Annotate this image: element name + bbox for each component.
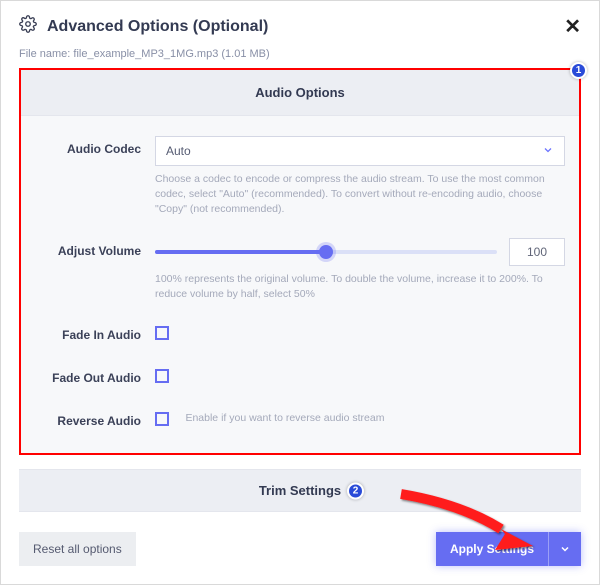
apply-settings-button[interactable]: Apply Settings: [436, 532, 548, 566]
audio-options-body: Audio Codec Auto Choose a codec to encod…: [21, 116, 579, 453]
row-audio-codec: Audio Codec Auto Choose a codec to encod…: [35, 126, 565, 228]
row-fade-in: Fade In Audio: [35, 312, 565, 355]
audio-codec-helper: Choose a codec to encode or compress the…: [155, 172, 565, 218]
fade-in-checkbox[interactable]: [155, 326, 169, 340]
advanced-options-dialog: Advanced Options (Optional) ✕ File name:…: [0, 0, 600, 585]
fade-out-checkbox[interactable]: [155, 369, 169, 383]
apply-settings-dropdown[interactable]: [548, 532, 581, 566]
footer-row: Reset all options Apply Settings: [19, 532, 581, 566]
trim-settings-header: Trim Settings 2: [19, 469, 581, 512]
file-name-value: file_example_MP3_1MG.mp3 (1.01 MB): [73, 48, 269, 60]
row-reverse-audio: Reverse Audio Enable if you want to reve…: [35, 398, 565, 441]
file-name-label: File name:: [19, 48, 73, 60]
adjust-volume-label: Adjust Volume: [35, 238, 155, 258]
volume-slider[interactable]: [155, 250, 497, 254]
reverse-audio-label: Reverse Audio: [35, 408, 155, 428]
audio-codec-label: Audio Codec: [35, 136, 155, 156]
dialog-header: Advanced Options (Optional) ✕: [19, 15, 581, 38]
fade-in-label: Fade In Audio: [35, 322, 155, 342]
annotation-badge-1: 1: [570, 62, 587, 79]
apply-settings-group: Apply Settings: [436, 532, 581, 566]
file-name-row: File name: file_example_MP3_1MG.mp3 (1.0…: [19, 48, 581, 60]
row-adjust-volume: Adjust Volume 100% represents the origin…: [35, 228, 565, 312]
reset-all-button[interactable]: Reset all options: [19, 532, 136, 566]
trim-settings-title: Trim Settings: [259, 483, 341, 498]
chevron-down-icon: [542, 144, 554, 159]
audio-options-box: 1 Audio Options Audio Codec Auto Choose …: [19, 68, 581, 455]
gear-icon: [19, 15, 37, 38]
audio-codec-value: Auto: [166, 144, 191, 158]
reverse-audio-checkbox[interactable]: [155, 412, 169, 426]
adjust-volume-helper: 100% represents the original volume. To …: [155, 272, 565, 302]
close-icon[interactable]: ✕: [564, 17, 581, 37]
fade-out-label: Fade Out Audio: [35, 365, 155, 385]
row-fade-out: Fade Out Audio: [35, 355, 565, 398]
dialog-title: Advanced Options (Optional): [47, 18, 564, 36]
annotation-badge-2: 2: [347, 482, 364, 499]
audio-options-header: Audio Options: [21, 70, 579, 116]
audio-codec-select[interactable]: Auto: [155, 136, 565, 166]
reverse-audio-helper: Enable if you want to reverse audio stre…: [185, 408, 384, 424]
volume-input[interactable]: [509, 238, 565, 266]
